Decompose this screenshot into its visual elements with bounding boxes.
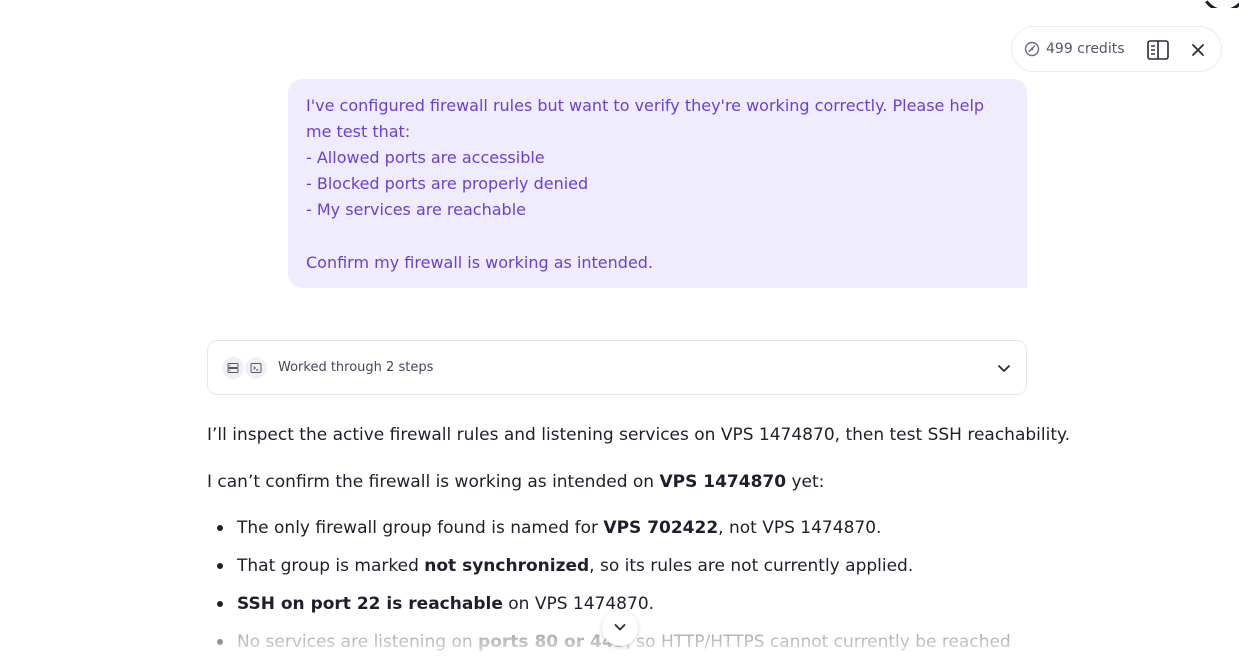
split-panel-icon xyxy=(1146,40,1170,65)
top-toolbar: 499 credits xyxy=(1011,26,1222,72)
bullet-text-end: , so HTTP/HTTPS cannot currently be reac… xyxy=(625,632,1011,652)
chevron-down-icon xyxy=(613,619,627,638)
bullet-text-end: , so its rules are not currently applied… xyxy=(589,556,914,576)
bullet-text-end: , not VPS 1474870. xyxy=(718,518,882,538)
corner-decoration xyxy=(1199,0,1239,8)
answer-summary: I can’t confirm the firewall is working … xyxy=(207,467,824,497)
chevron-down-icon[interactable] xyxy=(996,360,1012,376)
step-icons xyxy=(222,356,268,379)
close-icon xyxy=(1189,44,1207,63)
terminal-icon xyxy=(245,356,267,379)
summary-text: I can’t confirm the firewall is working … xyxy=(207,472,660,492)
steps-disclosure[interactable]: Worked through 2 steps xyxy=(207,340,1027,395)
answer-intro: I’ll inspect the active firewall rules a… xyxy=(207,425,1071,445)
user-message-bubble: I've configured firewall rules but want … xyxy=(288,79,1027,288)
scroll-to-bottom-button[interactable] xyxy=(602,610,638,646)
bullet-text: That group is marked xyxy=(237,556,425,576)
user-message-line xyxy=(306,223,1009,250)
toggle-panel-button[interactable] xyxy=(1146,39,1170,61)
user-message-line: - My services are reachable xyxy=(306,200,526,219)
bullet-text: The only firewall group found is named f… xyxy=(237,518,604,538)
bullet-bold: SSH on port 22 is reachable xyxy=(237,594,503,614)
bullet-bold: not synchronized xyxy=(424,556,590,576)
summary-vps: VPS 1474870 xyxy=(659,472,787,492)
credits-label: 499 credits xyxy=(1046,41,1125,57)
list-item: The only firewall group found is named f… xyxy=(207,513,1027,551)
user-message-line: - Allowed ports are accessible xyxy=(306,148,545,167)
user-message-line: I've configured firewall rules but want … xyxy=(306,96,990,141)
list-item: That group is marked not synchronized, s… xyxy=(207,551,1027,589)
summary-text-end: yet: xyxy=(786,472,825,492)
bullet-text-end: on VPS 1474870. xyxy=(502,594,655,614)
close-button[interactable] xyxy=(1189,41,1207,59)
bullet-text: No services are listening on xyxy=(237,632,479,652)
credits-gauge-icon xyxy=(1024,41,1040,57)
steps-label: Worked through 2 steps xyxy=(278,360,434,375)
user-message-line: Confirm my firewall is working as intend… xyxy=(306,253,654,272)
bullet-bold: VPS 702422 xyxy=(603,518,719,538)
server-icon xyxy=(222,356,244,379)
user-message-line: - Blocked ports are properly denied xyxy=(306,174,589,193)
credits-display[interactable]: 499 credits xyxy=(1024,41,1125,57)
